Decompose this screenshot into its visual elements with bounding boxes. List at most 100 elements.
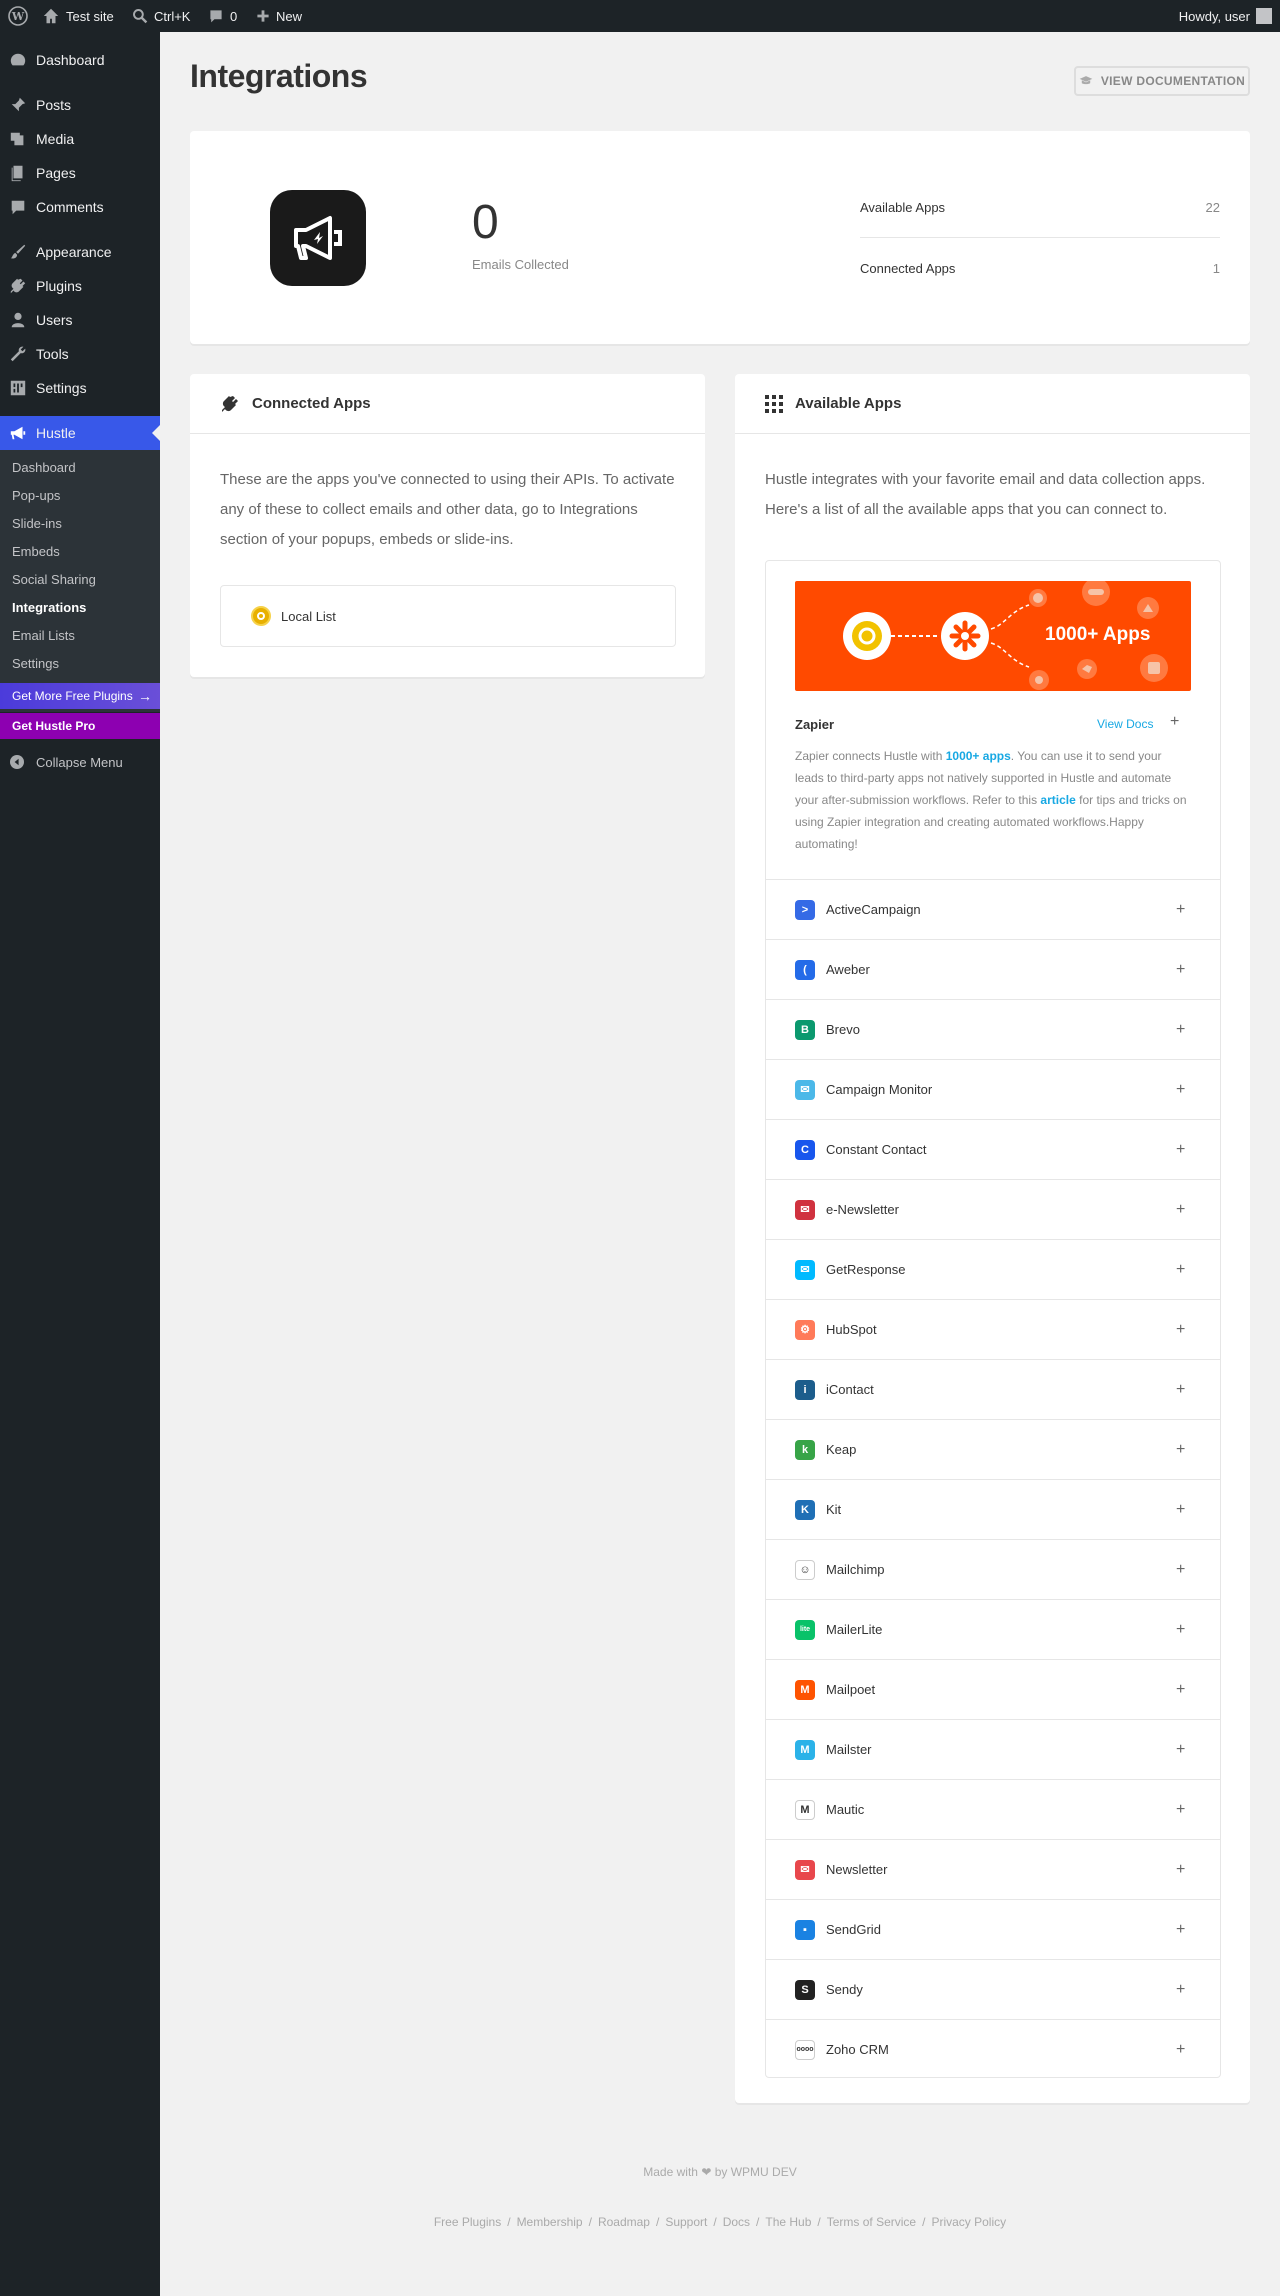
app-row[interactable]: oooo Zoho CRM + <box>766 2019 1220 2079</box>
app-name: Newsletter <box>826 1862 888 1877</box>
app-row[interactable]: ▪ SendGrid + <box>766 1899 1220 1959</box>
get-hustle-pro-link[interactable]: Get Hustle Pro <box>0 713 160 739</box>
app-row[interactable]: K Kit + <box>766 1479 1220 1539</box>
add-app-button[interactable]: + <box>1176 1081 1220 1099</box>
add-app-button[interactable]: + <box>1176 1861 1220 1879</box>
submenu-settings[interactable]: Settings <box>12 656 59 671</box>
menu-label: Appearance <box>36 244 112 260</box>
add-app-button[interactable]: + <box>1176 1441 1220 1459</box>
app-row[interactable]: B Brevo + <box>766 999 1220 1059</box>
local-list-row[interactable]: Local List <box>220 585 676 647</box>
submenu-integrations[interactable]: Integrations <box>12 600 86 615</box>
app-logo-icon: > <box>795 899 815 920</box>
add-app-button[interactable]: + <box>1176 1681 1220 1699</box>
footer-link[interactable]: Docs <box>723 2215 750 2229</box>
add-app-button[interactable]: + <box>1176 1021 1220 1039</box>
menu-comments[interactable]: Comments <box>0 190 160 224</box>
add-app-button[interactable]: + <box>1176 1381 1220 1399</box>
add-app-button[interactable]: + <box>1176 1321 1220 1339</box>
footer-link[interactable]: Privacy Policy <box>931 2215 1006 2229</box>
site-name-link[interactable]: Test site <box>42 0 114 32</box>
app-row[interactable]: > ActiveCampaign + <box>766 879 1220 939</box>
view-documentation-button[interactable]: VIEW DOCUMENTATION <box>1074 66 1250 96</box>
app-name: Sendy <box>826 1982 863 1997</box>
app-logo-icon: lite <box>795 1619 815 1640</box>
account-link[interactable]: Howdy, user <box>1179 0 1272 32</box>
add-app-button[interactable]: + <box>1176 1621 1220 1639</box>
add-app-button[interactable]: + <box>1176 1921 1220 1939</box>
submenu-social-sharing[interactable]: Social Sharing <box>12 572 96 587</box>
app-row[interactable]: C Constant Contact + <box>766 1119 1220 1179</box>
add-app-button[interactable]: + <box>1176 1981 1220 1999</box>
app-row[interactable]: M Mautic + <box>766 1779 1220 1839</box>
app-row[interactable]: S Sendy + <box>766 1959 1220 2019</box>
menu-users[interactable]: Users <box>0 303 160 337</box>
menu-plugins[interactable]: Plugins <box>0 269 160 303</box>
app-row[interactable]: i iContact + <box>766 1359 1220 1419</box>
wordpress-logo-icon[interactable]: W <box>8 0 28 32</box>
submenu-popups[interactable]: Pop-ups <box>12 488 60 503</box>
app-row[interactable]: ⚙ HubSpot + <box>766 1299 1220 1359</box>
apps-list: 1000+ Apps Zapier View Docs + Zapier con… <box>765 560 1221 2078</box>
add-app-button[interactable]: + <box>1176 1201 1220 1219</box>
add-app-button[interactable]: + <box>1176 1141 1220 1159</box>
app-row[interactable]: ✉ e-Newsletter + <box>766 1179 1220 1239</box>
get-free-plugins-link[interactable]: Get More Free Plugins → <box>0 683 160 709</box>
footer-link[interactable]: Membership <box>517 2215 583 2229</box>
collapse-menu-button[interactable]: Collapse Menu <box>0 747 160 777</box>
submenu-embeds[interactable]: Embeds <box>12 544 60 559</box>
footer-link[interactable]: Support <box>665 2215 707 2229</box>
menu-tools[interactable]: Tools <box>0 337 160 371</box>
admin-bar: W Test site Ctrl+K 0 New Howdy, user <box>0 0 1280 32</box>
footer-link[interactable]: The Hub <box>765 2215 811 2229</box>
new-content-link[interactable]: New <box>256 0 302 32</box>
add-app-button[interactable]: + <box>1176 1801 1220 1819</box>
zapier-view-docs-link[interactable]: View Docs <box>1097 717 1153 731</box>
menu-label: Dashboard <box>36 52 105 68</box>
add-app-button[interactable]: + <box>1176 1501 1220 1519</box>
footer-link[interactable]: Roadmap <box>598 2215 650 2229</box>
zapier-apps-link[interactable]: 1000+ apps <box>946 749 1011 763</box>
submenu-dashboard[interactable]: Dashboard <box>12 460 76 475</box>
submenu-email-lists[interactable]: Email Lists <box>12 628 75 643</box>
doc-button-label: VIEW DOCUMENTATION <box>1100 74 1246 88</box>
zapier-article-link[interactable]: article <box>1040 793 1075 807</box>
zapier-connect-button[interactable]: + <box>1170 713 1179 731</box>
promo-pro-label: Get Hustle Pro <box>12 719 96 733</box>
app-row[interactable]: ✉ Campaign Monitor + <box>766 1059 1220 1119</box>
available-apps-description: Hustle integrates with your favorite ema… <box>765 465 1205 525</box>
app-row[interactable]: lite MailerLite + <box>766 1599 1220 1659</box>
menu-dashboard[interactable]: Dashboard <box>0 43 160 77</box>
search-link[interactable]: Ctrl+K <box>132 0 190 32</box>
menu-pages[interactable]: Pages <box>0 156 160 190</box>
menu-appearance[interactable]: Appearance <box>0 235 160 269</box>
add-app-button[interactable]: + <box>1176 2041 1220 2059</box>
app-name: Keap <box>826 1442 857 1457</box>
hustle-submenu: Dashboard Pop-ups Slide-ins Embeds Socia… <box>0 450 160 712</box>
submenu-slideins[interactable]: Slide-ins <box>12 516 62 531</box>
app-row[interactable]: ✉ Newsletter + <box>766 1839 1220 1899</box>
zapier-desc-text: Zapier connects Hustle with <box>795 749 946 763</box>
menu-posts[interactable]: Posts <box>0 88 160 122</box>
app-row[interactable]: ✉ GetResponse + <box>766 1239 1220 1299</box>
app-row[interactable]: M Mailster + <box>766 1719 1220 1779</box>
add-app-button[interactable]: + <box>1176 1741 1220 1759</box>
howdy-text: Howdy, user <box>1178 8 1250 24</box>
add-app-button[interactable]: + <box>1176 961 1220 979</box>
comments-link[interactable]: 0 <box>208 0 237 32</box>
app-row[interactable]: k Keap + <box>766 1419 1220 1479</box>
app-row[interactable]: M Mailpoet + <box>766 1659 1220 1719</box>
app-name: Aweber <box>826 962 870 977</box>
footer-link[interactable]: Terms of Service <box>827 2215 916 2229</box>
add-app-button[interactable]: + <box>1176 1561 1220 1579</box>
menu-media[interactable]: Media <box>0 122 160 156</box>
app-row[interactable]: (Aweber + <box>766 939 1220 999</box>
footer-link[interactable]: Free Plugins <box>434 2215 501 2229</box>
app-row[interactable]: ☺ Mailchimp + <box>766 1539 1220 1599</box>
collapse-label: Collapse Menu <box>36 754 123 770</box>
menu-hustle[interactable]: Hustle <box>0 416 160 450</box>
add-app-button[interactable]: + <box>1176 901 1220 919</box>
add-app-button[interactable]: + <box>1176 1261 1220 1279</box>
menu-settings[interactable]: Settings <box>0 371 160 405</box>
grid-icon <box>765 394 783 413</box>
